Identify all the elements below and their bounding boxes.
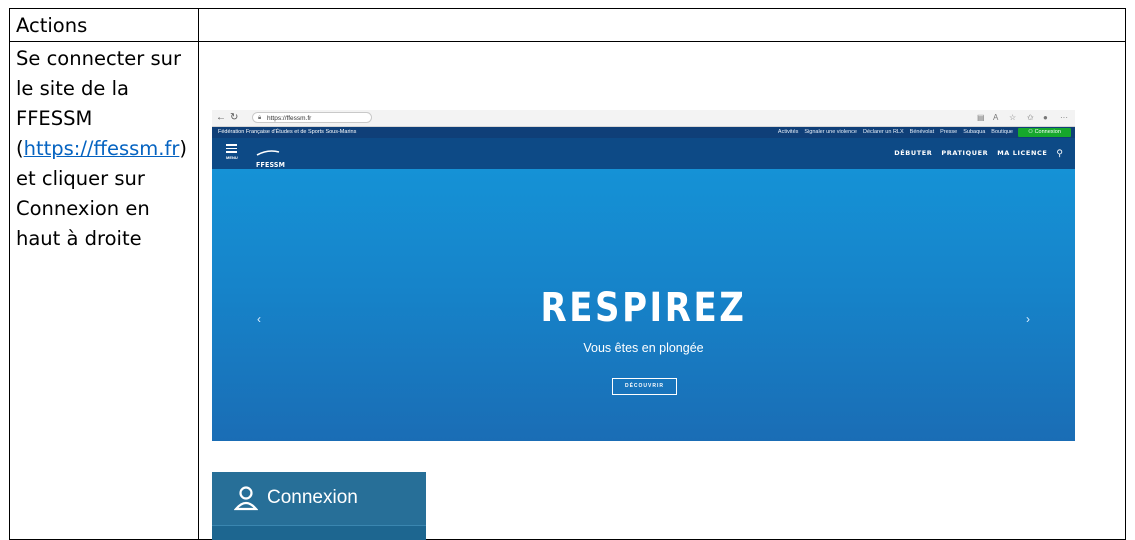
wave-logo-icon <box>256 150 280 156</box>
search-icon[interactable]: ⚲ <box>1056 149 1063 158</box>
header-empty-cell <box>198 8 1126 42</box>
zoom-bottom-strip <box>212 525 426 540</box>
hamburger-icon-line <box>226 144 237 146</box>
zoom-button-area: Connexion <box>212 472 426 525</box>
main-navigation: MENU FFESSM DÉBUTER PRATIQUER MA LICENCE… <box>212 138 1075 169</box>
read-aloud-icon[interactable]: A <box>993 112 998 123</box>
ffessm-link[interactable]: https://ffessm.fr <box>24 137 180 160</box>
favorite-star-icon[interactable]: ☆ <box>1009 112 1016 123</box>
user-icon <box>234 486 258 511</box>
discover-button[interactable]: DÉCOUVRIR <box>612 378 677 395</box>
hamburger-icon-line <box>226 147 237 149</box>
connexion-label: Connexion <box>1034 129 1061 135</box>
nav-debuter[interactable]: DÉBUTER <box>894 149 932 157</box>
step-cell: Se connecter sur le site de la FFESSM (h… <box>9 41 199 540</box>
header-cell: Actions <box>9 8 199 42</box>
profile-icon[interactable]: ● <box>1043 112 1048 123</box>
hero-title: RESPIREZ <box>540 285 747 331</box>
carousel-prev-icon[interactable]: ‹ <box>257 312 261 326</box>
zoom-connexion-label[interactable]: Connexion <box>267 486 358 510</box>
top-link-presse[interactable]: Presse <box>940 128 957 137</box>
connexion-button[interactable]: ⚇ Connexion <box>1018 128 1071 137</box>
more-options-icon[interactable]: ··· <box>1060 112 1068 123</box>
menu-button[interactable]: MENU <box>226 144 238 160</box>
lock-icon: 🔒︎ <box>258 115 262 121</box>
top-link-subaqua[interactable]: Subaqua <box>963 128 985 137</box>
reload-icon[interactable]: ↻ <box>230 112 238 123</box>
site-top-bar: Fédération Française d'Études et de Spor… <box>212 127 1075 138</box>
favorites-icon[interactable]: ✩ <box>1027 112 1034 123</box>
hamburger-icon-line <box>226 151 237 153</box>
address-text: https://ffessm.fr <box>267 115 312 122</box>
step-text: Se connecter sur le site de la FFESSM (h… <box>10 42 198 254</box>
top-link-rlx[interactable]: Déclarer un RLX <box>863 128 904 137</box>
menu-label: MENU <box>226 154 238 160</box>
header-label: Actions <box>16 14 88 37</box>
nav-ma-licence[interactable]: MA LICENCE <box>997 149 1047 157</box>
nav-pratiquer[interactable]: PRATIQUER <box>941 149 988 157</box>
hero-subtitle: Vous êtes en plongée <box>583 341 704 355</box>
top-link-boutique[interactable]: Boutique <box>991 128 1013 137</box>
user-icon: ⚇ <box>1028 129 1034 135</box>
carousel-next-icon[interactable]: › <box>1026 312 1030 326</box>
back-arrow-icon[interactable]: ← <box>216 112 226 123</box>
top-link-activites[interactable]: Activités <box>778 128 798 137</box>
ffessm-logo[interactable]: FFESSM <box>256 143 286 169</box>
federation-name: Fédération Française d'Études et de Spor… <box>218 129 357 135</box>
address-bar[interactable]: 🔒︎ https://ffessm.fr <box>252 112 372 123</box>
browser-toolbar: ← ↻ 🔒︎ https://ffessm.fr ▤ A ☆ ✩ ● ··· <box>212 110 1075 127</box>
connexion-zoom: Connexion <box>212 472 426 540</box>
hero-banner: ‹ RESPIREZ Vous êtes en plongée DÉCOUVRI… <box>212 169 1075 441</box>
website-screenshot: ← ↻ 🔒︎ https://ffessm.fr ▤ A ☆ ✩ ● ··· F… <box>212 110 1075 441</box>
top-link-benevolat[interactable]: Bénévolat <box>910 128 934 137</box>
table-header-row: Actions <box>9 8 1126 42</box>
top-link-signaler[interactable]: Signaler une violence <box>804 128 857 137</box>
top-links: Activités Signaler une violence Déclarer… <box>778 128 1013 137</box>
main-menu: DÉBUTER PRATIQUER MA LICENCE ⚲ <box>894 149 1063 158</box>
logo-text: FFESSM <box>256 161 286 169</box>
reader-view-icon[interactable]: ▤ <box>977 112 985 123</box>
